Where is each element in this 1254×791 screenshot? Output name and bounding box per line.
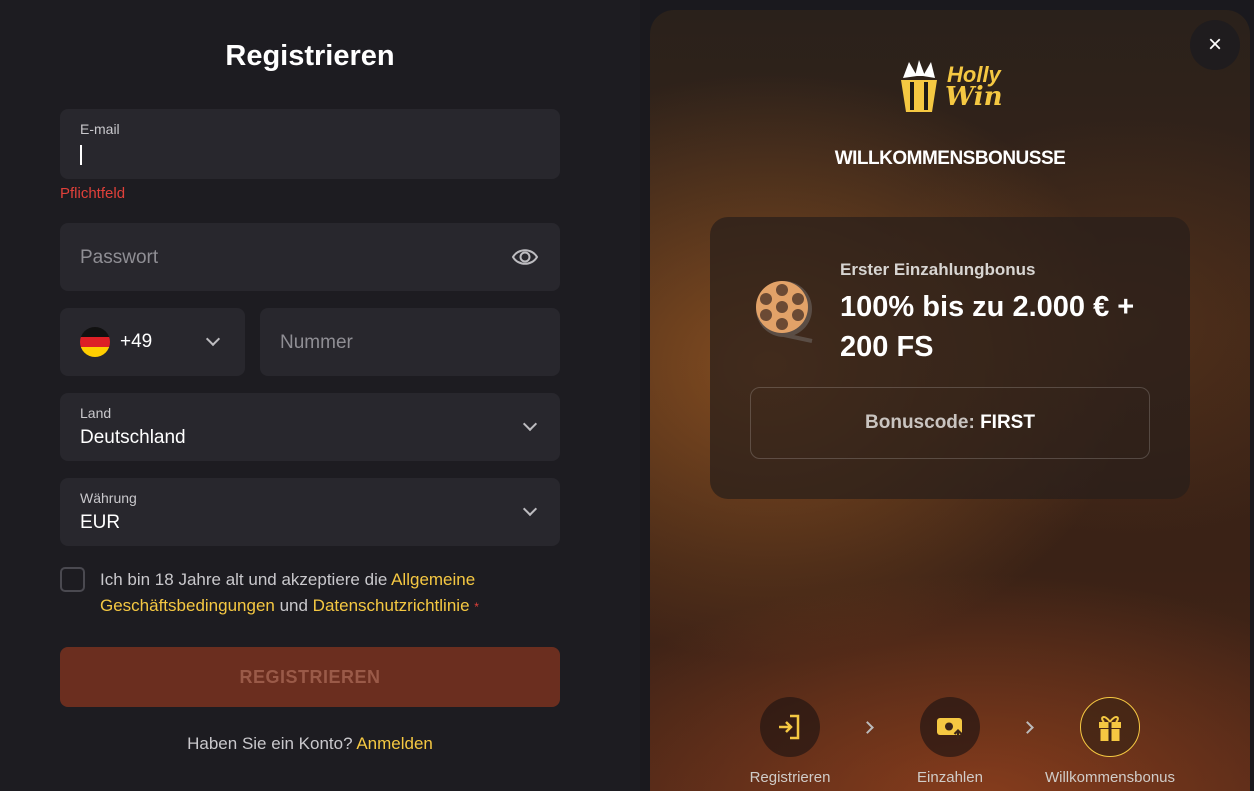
- bonus-subtitle: Erster Einzahlungbonus: [840, 260, 1036, 279]
- login-icon: [779, 714, 800, 740]
- film-reel-icon: [756, 281, 813, 343]
- step-label-register: Registrieren: [749, 769, 831, 786]
- bonus-heading: WILLKOMMENSBONUSSE: [834, 148, 1066, 169]
- bonus-title: 100% bis zu 2.000 € + 200 FS: [840, 291, 1135, 363]
- country-value: Deutschland: [80, 427, 186, 448]
- chevron-down-icon: [522, 416, 538, 432]
- country-select[interactable]: Land Deutschland: [60, 393, 560, 461]
- currency-label: Währung: [80, 490, 137, 506]
- step-label-welcome-bonus: Willkommensbonus: [1044, 769, 1176, 786]
- email-label: E-mail: [80, 121, 120, 137]
- logo-text-win: Win: [945, 82, 1003, 112]
- privacy-link[interactable]: Datenschutzrichtlinie: [313, 596, 470, 615]
- page-title: Registrieren: [225, 40, 395, 72]
- hollywin-logo: Holly Win: [895, 58, 1010, 118]
- phone-placeholder: Nummer: [280, 332, 353, 353]
- step-register: [760, 697, 820, 757]
- chevron-down-icon: [205, 331, 221, 347]
- terms-mid: und: [274, 596, 313, 615]
- phone-code: +49: [120, 331, 153, 352]
- age-terms-checkbox[interactable]: [60, 567, 85, 592]
- chevron-right-icon: [1021, 721, 1034, 734]
- registration-panel: Registrieren E-mail Pflichtfeld Passwort…: [0, 0, 640, 791]
- step-welcome-bonus: [1080, 697, 1140, 757]
- bonus-code-label: Bonuscode:: [865, 412, 981, 433]
- deposit-icon: [937, 718, 963, 739]
- bonus-card: Erster Einzahlungbonus 100% bis zu 2.000…: [710, 217, 1190, 499]
- email-error: Pflichtfeld: [60, 185, 126, 202]
- close-button[interactable]: ×: [1190, 20, 1240, 70]
- currency-value: EUR: [80, 512, 121, 533]
- terms-prefix: Ich bin 18 Jahre alt und akzeptiere die: [100, 570, 392, 589]
- terms-text: Ich bin 18 Jahre alt und akzeptiere die …: [100, 567, 560, 620]
- login-prompt-text: Haben Sie ein Konto?: [187, 734, 357, 753]
- register-button[interactable]: REGISTRIEREN: [60, 647, 560, 707]
- password-placeholder: Passwort: [80, 247, 159, 268]
- currency-select[interactable]: Währung EUR: [60, 478, 560, 546]
- phone-number-input[interactable]: Nummer: [260, 308, 560, 376]
- bonus-code-box[interactable]: Bonuscode: FIRST: [750, 387, 1150, 459]
- required-marker: *: [474, 600, 479, 614]
- gift-icon: [1099, 716, 1121, 741]
- eye-icon[interactable]: [511, 245, 539, 274]
- germany-flag-icon: [80, 327, 110, 357]
- chevron-down-icon: [522, 501, 538, 517]
- step-label-deposit: Einzahlen: [917, 769, 983, 786]
- popcorn-icon: [901, 60, 937, 112]
- promo-panel: Holly Win WILLKOMMENSBONUSSE × Erster Ei…: [650, 10, 1250, 791]
- login-link[interactable]: Anmelden: [356, 734, 433, 753]
- country-label: Land: [80, 405, 112, 421]
- phone-code-select[interactable]: +49: [60, 308, 245, 376]
- login-prompt: Haben Sie ein Konto? Anmelden: [60, 734, 560, 754]
- password-field[interactable]: Passwort: [60, 223, 560, 291]
- close-icon: ×: [1207, 31, 1222, 58]
- bonus-code-value: FIRST: [980, 412, 1035, 433]
- step-deposit: [920, 697, 980, 757]
- text-caret: [80, 145, 82, 165]
- email-field[interactable]: E-mail: [60, 109, 560, 179]
- chevron-right-icon: [861, 721, 874, 734]
